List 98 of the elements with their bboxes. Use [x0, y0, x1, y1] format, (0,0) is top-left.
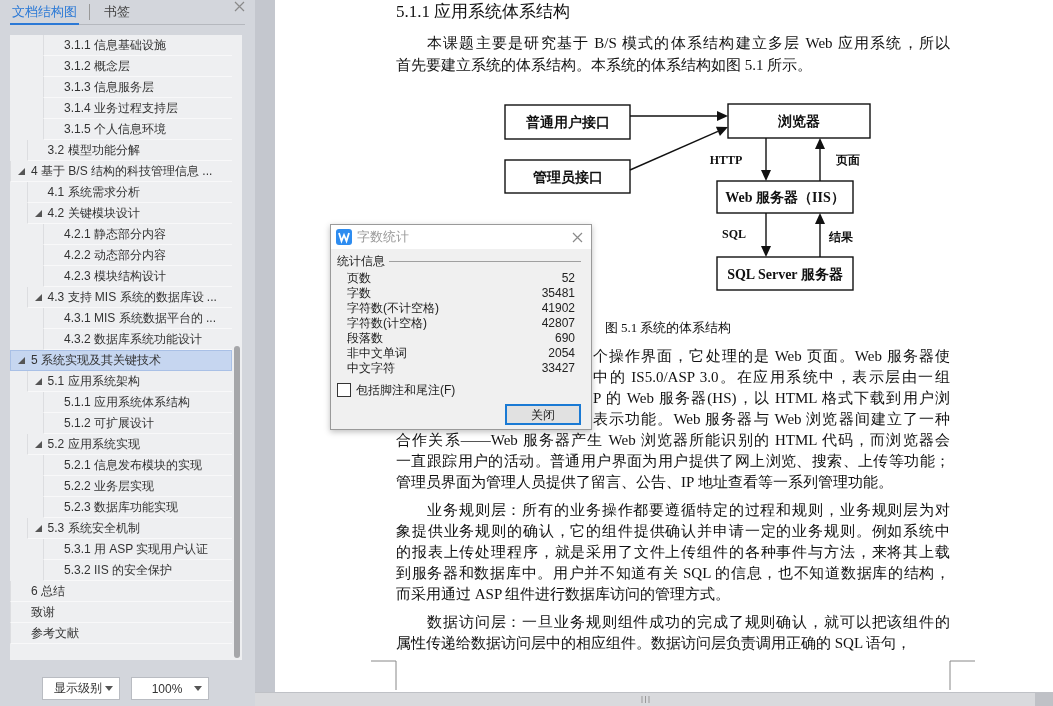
tree-item[interactable]: 3.2 模型功能分解 — [26, 140, 232, 161]
caret-icon[interactable] — [18, 167, 25, 175]
edge-label: 结果 — [829, 230, 853, 244]
stat-value: 33427 — [541, 361, 575, 376]
tree-item[interactable]: 5.1.2 可扩展设计 — [43, 413, 232, 434]
text-line: 属性传递给数据访问层中的相应组件。数据访问层负责调用正确的 SQL 语句， — [396, 634, 913, 653]
text-line: 象提供业务规则的确认，它的组件提供确认并申请一定的业务规则。例如系统中 — [396, 522, 950, 541]
stat-value: 35481 — [541, 286, 575, 301]
tree-item[interactable]: 5.1.1 应用系统体系结构 — [43, 392, 232, 413]
arrow — [761, 137, 771, 181]
stat-label: 字数 — [347, 286, 371, 301]
text-line: 管理员界面为管理人员提供了留言、公告、IP 地址查看等一系列管理功能。 — [396, 473, 894, 492]
stat-label: 中文字符 — [347, 361, 395, 376]
tree-item[interactable]: 3.1.3 信息服务层 — [43, 77, 232, 98]
text-line: 而采用通过 ASP 组件进行数据库访问的管理方式。 — [396, 585, 732, 604]
caret-icon[interactable] — [34, 524, 42, 532]
dropdown[interactable]: 100% — [131, 677, 209, 700]
stat-label: 字符数(不计空格) — [347, 301, 439, 316]
caret-icon[interactable] — [34, 377, 42, 385]
text-line: 的报表上传处理程序，就是采用了文件上传组件的各种事件与方法，来将其上载 — [396, 543, 950, 562]
tree-item[interactable]: 5.2 应用系统实现 — [26, 434, 232, 455]
arrow — [761, 212, 771, 257]
checkbox[interactable] — [337, 383, 351, 397]
tree-item[interactable]: 4.2.1 静态部分内容 — [43, 224, 232, 245]
diagram-node: Web 服务器（IIS） — [716, 180, 854, 214]
panel-tab[interactable]: 书签 — [102, 0, 132, 25]
tree-item[interactable]: 参考文献 — [10, 623, 232, 644]
stat-label: 页数 — [347, 271, 371, 286]
stat-value: 690 — [554, 331, 575, 346]
caret-icon[interactable] — [18, 356, 25, 364]
tree-item[interactable]: 4.3 支持 MIS 系统的数据库设 ... — [26, 287, 232, 308]
tree-item[interactable]: 4.2 关键模块设计 — [26, 203, 232, 224]
caret-icon[interactable] — [34, 209, 42, 217]
crop-mark — [949, 660, 975, 690]
tree-item[interactable]: 3.1.4 业务过程支持层 — [43, 98, 232, 119]
text-line: 本课题主要是研究基于 B/S 模式的体系结构建立多层 Web 应用系统，所以 — [426, 34, 950, 53]
tree-item[interactable]: 6 总结 — [10, 581, 232, 602]
diagram-node: 普通用户接口 — [504, 104, 631, 140]
stat-value: 52 — [561, 271, 575, 286]
scrollbar-thumb[interactable] — [255, 693, 1035, 706]
checkbox-label[interactable]: 包括脚注和尾注(F) — [356, 381, 456, 399]
caret-icon — [194, 686, 202, 691]
text-line: P 的 Web 服务器(HS)，以 HTML 格式下载到用户浏 — [593, 389, 950, 408]
stat-label: 非中文单词 — [347, 346, 407, 361]
tree-item[interactable]: 3.1.1 信息基础设施 — [43, 35, 232, 56]
section-heading: 5.1.1 应用系统体系结构 — [396, 1, 572, 23]
text-line: 合作关系——Web 服务器产生 Web 浏览器所能识别的 HTML 代码，而浏览器会 — [396, 431, 950, 450]
tree-item[interactable]: 5.2.1 信息发布模块的实现 — [43, 455, 232, 476]
edge-label: HTTP — [709, 153, 743, 167]
close-icon[interactable] — [572, 231, 583, 243]
tree-item[interactable]: 4.3.2 数据库系统功能设计 — [43, 329, 232, 350]
crop-mark — [371, 660, 397, 690]
dialog-title: 字数统计 — [357, 228, 409, 246]
app-logo-icon — [336, 229, 352, 245]
group-label: 统计信息 — [337, 252, 385, 270]
stat-value: 41902 — [541, 301, 575, 316]
stat-value: 42807 — [541, 316, 575, 331]
arrow — [815, 138, 825, 182]
tree-item[interactable]: 4.2.3 模块结构设计 — [43, 266, 232, 287]
tree-item[interactable]: 5 系统实现及其关键技术 — [10, 350, 232, 371]
diagram-node: 浏览器 — [727, 103, 871, 139]
tree-item[interactable]: 5.3.1 用 ASP 实现用户认证 — [43, 539, 232, 560]
tree-item[interactable]: 5.3 系统安全机制 — [26, 518, 232, 539]
tree-item[interactable]: 4 基于 B/S 结构的科技管理信息 ... — [10, 161, 232, 182]
text-line: 一直跟踪用户的活动。普通用户界面为用户提供了网上浏览、搜索、上传等功能； — [396, 452, 950, 471]
figure-caption: 图 5.1 系统的体系结构 — [604, 319, 732, 337]
caret-icon[interactable] — [34, 293, 42, 301]
text-line: 数据访问层：一旦业务规则组件成功的完成了规则确认，就可以把该组件的 — [426, 613, 950, 632]
stat-value: 2054 — [548, 346, 575, 361]
tree-item[interactable]: 致谢 — [10, 602, 232, 623]
text-line: 到服务器和数据库中。用户并不知道有关 SQL 的信息，也不知道数据库的结构， — [396, 564, 950, 583]
text-line: 首先要建立系统的体系结构。本系统的体系结构如图 5.1 所示。 — [396, 56, 814, 75]
tree-item[interactable]: 5.2.3 数据库功能实现 — [43, 497, 232, 518]
dropdown[interactable]: 显示级别 — [42, 677, 120, 700]
diagram-node: SQL Server 服务器 — [716, 256, 854, 291]
scrollbar-thumb[interactable] — [234, 346, 240, 658]
tree-item[interactable]: 5.3.2 IIS 的安全保护 — [43, 560, 232, 581]
tree-item[interactable]: 3.1.5 个人信息环境 — [43, 119, 232, 140]
tree-item[interactable]: 5.1 应用系统架构 — [26, 371, 232, 392]
tree-item[interactable]: 4.3.1 MIS 系统数据平台的 ... — [43, 308, 232, 329]
stat-label: 段落数 — [347, 331, 383, 346]
text-line: 业务规则层：所有的业务操作都要遵循特定的过程和规则，业务规则层为对 — [426, 501, 950, 520]
tree-item[interactable]: 3.1.2 概念层 — [43, 56, 232, 77]
edge-label: 页面 — [836, 153, 860, 167]
close-button[interactable]: 关闭 — [505, 404, 581, 425]
text-line: 个操作界面，它处理的是 Web 页面。Web 服务器使 — [593, 347, 950, 366]
text-line: 中的 IS5.0/ASP 3.0。在应用系统中，表示层由一组 — [593, 368, 950, 387]
diagram-node: 管理员接口 — [504, 159, 631, 194]
stat-label: 字符数(计空格) — [347, 316, 427, 331]
arrow — [815, 213, 825, 258]
tree-item[interactable]: 5.2.2 业务层实现 — [43, 476, 232, 497]
caret-icon[interactable] — [34, 440, 42, 448]
tree-item[interactable]: 4.2.2 动态部分内容 — [43, 245, 232, 266]
grip-icon — [640, 696, 650, 703]
caret-icon — [105, 686, 113, 691]
tree-item[interactable]: 4.1 系统需求分析 — [26, 182, 232, 203]
text-line: 表示功能。Web 服务器与 Web 浏览器间建立了一种 — [593, 410, 950, 429]
edge-label: SQL — [722, 227, 746, 241]
